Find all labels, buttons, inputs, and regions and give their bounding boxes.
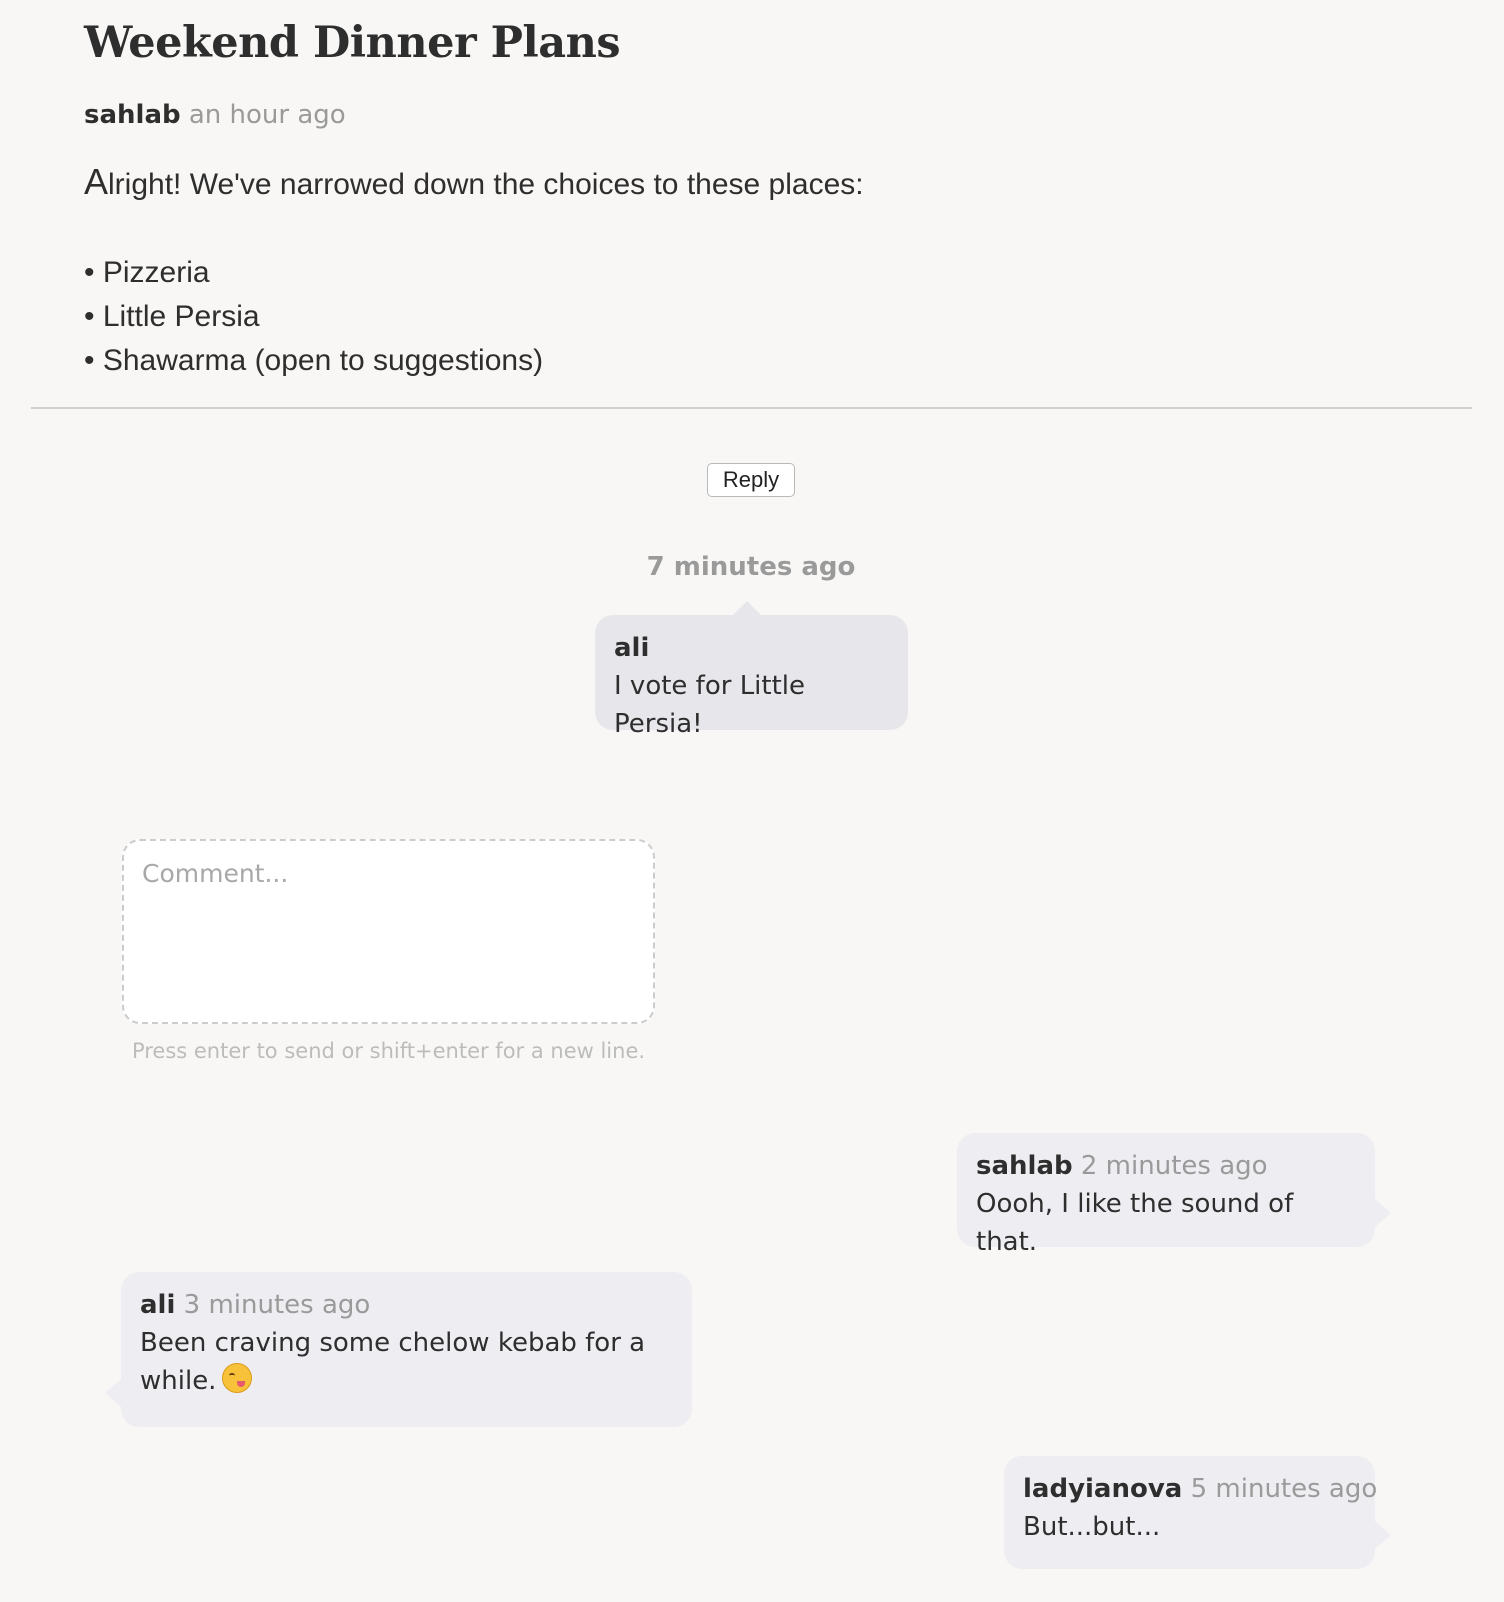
post-intro-text: lright! We've narrowed down the choices … <box>108 168 864 201</box>
comment-bubble: sahlab 2 minutes ago Oooh, I like the so… <box>957 1133 1391 1257</box>
choice-item: • Little Persia <box>84 300 260 333</box>
comment-text: I vote for Little Persia! <box>614 671 806 739</box>
choice-item: • Pizzeria <box>84 256 210 289</box>
comment-time: 5 minutes ago <box>1190 1474 1378 1504</box>
comment-text: Oooh, I like the sound of that. <box>976 1189 1294 1257</box>
comment-author[interactable]: ladyianova <box>1023 1474 1182 1504</box>
comment-header: sahlab 2 minutes ago <box>976 1147 1356 1185</box>
post-page: Weekend Dinner Plans sahlab an hour ago … <box>0 0 1504 1602</box>
post-intro-dropcap: A <box>84 161 109 202</box>
comment-bubble: ali 3 minutes ago Been craving some chel… <box>105 1272 692 1427</box>
comment-header: ali 3 minutes ago <box>140 1286 673 1324</box>
post-time: an hour ago <box>188 100 346 130</box>
comment-text: Been craving some chelow kebab for a whi… <box>140 1328 646 1396</box>
post-intro: Alright! We've narrowed down the choices… <box>84 160 864 207</box>
comment-hint: Press enter to send or shift+enter for a… <box>131 1039 646 1063</box>
choices-list: • Pizzeria • Little Persia • Shawarma (o… <box>84 251 864 383</box>
comment-header: ladyianova 5 minutes ago <box>1023 1470 1377 1508</box>
post-body: Alright! We've narrowed down the choices… <box>84 160 864 383</box>
choice-item: • Shawarma (open to suggestions) <box>84 344 544 377</box>
comment-text: But...but... <box>1023 1512 1161 1542</box>
bubble-tail <box>105 1379 121 1407</box>
comment-author[interactable]: sahlab <box>976 1151 1073 1181</box>
post-author[interactable]: sahlab <box>84 100 181 130</box>
comment-author[interactable]: ali <box>140 1290 175 1320</box>
bubble-tail <box>1375 1199 1391 1227</box>
bubble-tail <box>1375 1521 1391 1549</box>
comment-text-wrap: Been craving some chelow kebab for a whi… <box>140 1324 673 1400</box>
thread-timestamp: 7 minutes ago <box>646 552 856 582</box>
post-meta: sahlab an hour ago <box>84 100 346 130</box>
bubble-tail <box>733 601 761 615</box>
post-title: Weekend Dinner Plans <box>84 18 621 68</box>
comment-author[interactable]: ali <box>614 633 649 663</box>
thread-comment-bubble: ali I vote for Little Persia! <box>595 601 908 739</box>
comment-bubble: ladyianova 5 minutes ago But...but... <box>1004 1456 1391 1569</box>
post-divider <box>31 407 1472 409</box>
comment-input[interactable] <box>122 839 655 1024</box>
comment-time: 2 minutes ago <box>1080 1151 1268 1181</box>
drooling-face-emoji-icon <box>222 1363 253 1393</box>
comment-time: 3 minutes ago <box>183 1290 371 1320</box>
reply-button[interactable]: Reply <box>707 463 795 497</box>
comment-header: ali <box>614 629 889 667</box>
